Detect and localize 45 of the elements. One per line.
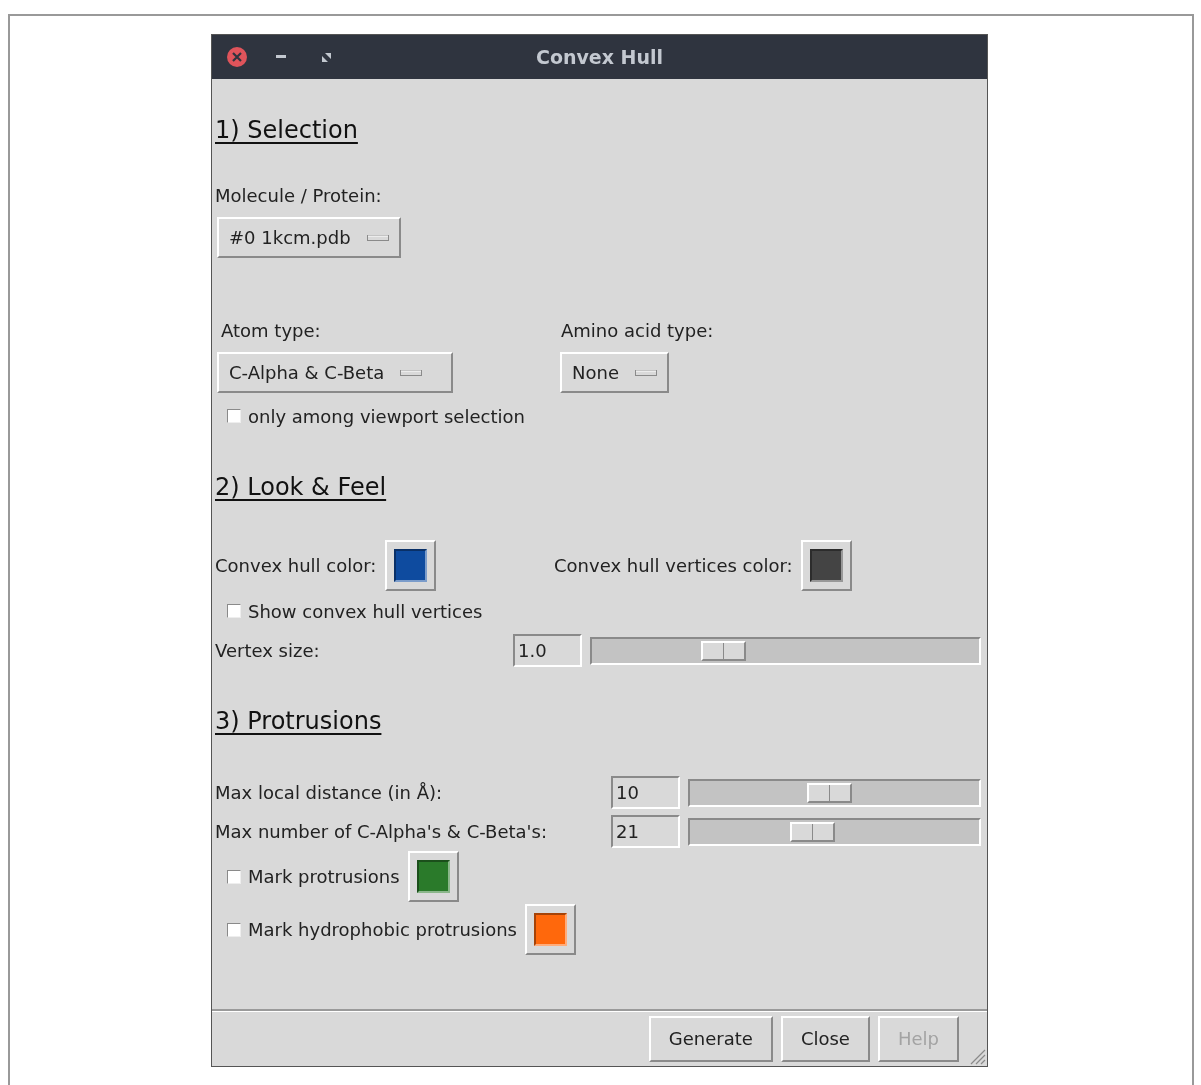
close-icon[interactable]: [226, 46, 248, 68]
field-label: Molecule / Protein:: [215, 184, 383, 208]
section-heading: 3) Protrusions: [215, 706, 382, 737]
checkbox[interactable]: [227, 409, 241, 423]
dialog-button[interactable]: Generate: [648, 1015, 773, 1062]
dialog-button[interactable]: Close: [780, 1015, 870, 1062]
checkbox[interactable]: [227, 604, 241, 618]
dropdown-indicator-icon: [366, 234, 389, 241]
checkbox[interactable]: [227, 869, 241, 884]
dropdown-button[interactable]: #0 1kcm.pdb: [217, 217, 401, 258]
checkbox-label: Mark protrusions: [248, 866, 400, 887]
checkbox-label: only among viewport selection: [248, 405, 525, 427]
color-button[interactable]: [525, 904, 576, 955]
window-title: Convex Hull: [535, 46, 664, 68]
checkbox-label: Mark hydrophobic protrusions: [248, 919, 517, 940]
field-label: Convex hull vertices color:: [554, 553, 793, 578]
input-field[interactable]: 1.0: [513, 634, 582, 667]
resize-grip-icon[interactable]: [968, 1047, 986, 1065]
color-button[interactable]: [385, 540, 437, 591]
section-heading: 2) Look & Feel: [215, 472, 387, 503]
color-button[interactable]: [800, 540, 852, 591]
checkbox-label: Show convex hull vertices: [248, 600, 483, 622]
dropdown-indicator-icon: [400, 369, 423, 376]
field-label: Vertex size:: [215, 638, 321, 663]
slider-thumb[interactable]: [807, 782, 853, 803]
slider-thumb[interactable]: [701, 640, 747, 661]
field-label: Amino acid type:: [561, 319, 714, 343]
field-label: Max number of C-Alpha's & C-Beta's:: [215, 819, 548, 844]
input-field[interactable]: 21: [611, 815, 680, 848]
field-label: Convex hull color:: [215, 553, 377, 578]
dropdown-button[interactable]: C-Alpha & C-Beta: [217, 352, 453, 393]
field-label: Max local distance (in Å):: [215, 780, 444, 805]
field-label: Atom type:: [221, 319, 322, 343]
maximize-icon[interactable]: [322, 52, 331, 62]
input-field[interactable]: 10: [611, 776, 680, 809]
slider-track[interactable]: [590, 636, 981, 665]
minimize-icon[interactable]: [276, 55, 286, 59]
checkbox[interactable]: [227, 922, 241, 937]
color-button[interactable]: [407, 851, 459, 902]
dropdown-indicator-icon: [634, 369, 657, 376]
dropdown-button[interactable]: None: [560, 352, 669, 393]
slider-track[interactable]: [688, 817, 981, 846]
slider-thumb[interactable]: [790, 821, 836, 842]
section-heading: 1) Selection: [215, 115, 358, 146]
slider-track[interactable]: [688, 778, 981, 807]
